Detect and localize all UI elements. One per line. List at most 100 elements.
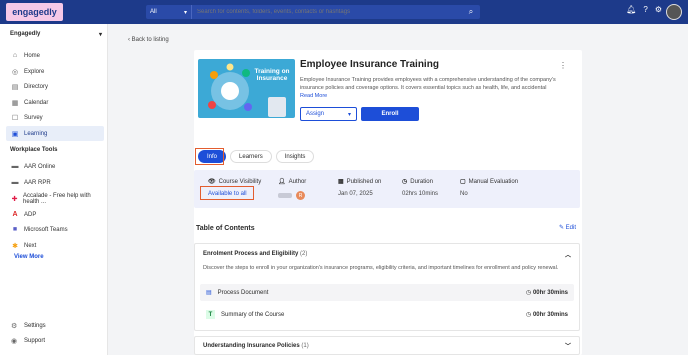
gear-icon: ⚙ bbox=[11, 322, 18, 330]
chevron-down-icon: ▾ bbox=[347, 111, 351, 118]
meta-manual-evaluation: ▢ Manual Evaluation No bbox=[460, 178, 519, 198]
section-count: (2) bbox=[300, 251, 308, 257]
aar-icon: ▬ bbox=[11, 179, 19, 186]
workplace-tools-heading: Workplace Tools bbox=[10, 147, 58, 153]
gear-icon[interactable]: ⚙ bbox=[655, 5, 662, 14]
more-options-icon[interactable]: ⋮ bbox=[559, 61, 567, 70]
sidebar-item-explore[interactable]: ◎ Explore bbox=[6, 64, 104, 79]
read-more-link[interactable]: Read More bbox=[300, 93, 327, 99]
clock-icon: ◷ bbox=[526, 312, 532, 318]
sidebar-item-label: Home bbox=[24, 52, 41, 59]
learning-icon: ▣ bbox=[11, 130, 19, 138]
document-icon: ▤ bbox=[206, 290, 212, 296]
bell-icon[interactable]: 🔔︎ bbox=[626, 5, 636, 14]
tool-label: Microsoft Teams bbox=[24, 226, 68, 233]
top-icons: 🔔︎ ? ⚙ bbox=[626, 5, 662, 14]
course-card: Training on Insurance Employee Insurance… bbox=[194, 50, 582, 355]
user-avatar[interactable] bbox=[666, 4, 682, 20]
enroll-button[interactable]: Enroll bbox=[361, 107, 419, 121]
back-to-listing-link[interactable]: ‹ Back to listing bbox=[128, 37, 169, 43]
chevron-up-icon: ︿ bbox=[564, 252, 571, 259]
sidebar: Engagedly ▾ ⌂ Home ◎ Explore ▤ Directory… bbox=[0, 24, 108, 355]
edit-label: Edit bbox=[565, 225, 576, 231]
toc-item[interactable]: T Summary of the Course ◷ 00hr 30mins bbox=[200, 306, 574, 323]
author-name-blurred bbox=[278, 193, 292, 198]
course-description: Employee Insurance Training provides emp… bbox=[300, 77, 556, 91]
sidebar-item-label: Survey bbox=[24, 114, 43, 121]
section-title: Understanding Insurance Policies bbox=[203, 342, 300, 349]
toc-section-header[interactable]: Understanding Insurance Policies (1) ﹀ bbox=[195, 337, 579, 354]
next-icon: ✱ bbox=[12, 242, 18, 250]
section-description: Discover the steps to enroll in your org… bbox=[203, 265, 559, 271]
meta-label: Course Visibility bbox=[218, 178, 262, 185]
manual-value: No bbox=[460, 191, 468, 197]
meta-label: Manual Evaluation bbox=[468, 178, 519, 185]
person-icon: 👤︎ bbox=[278, 179, 286, 185]
tool-item[interactable]: ✚ Accalade - Free help with health ... bbox=[6, 191, 104, 206]
search-input[interactable] bbox=[192, 9, 462, 15]
aar-icon: ▬ bbox=[11, 163, 19, 170]
highlight-box bbox=[195, 148, 224, 165]
meta-author: 👤︎ Author R bbox=[278, 178, 306, 200]
sidebar-item-survey[interactable]: ☐ Survey bbox=[6, 110, 104, 125]
sidebar-item-learning[interactable]: ▣ Learning bbox=[6, 126, 104, 141]
tool-item[interactable]: ■ Microsoft Teams bbox=[6, 222, 104, 237]
sidebar-item-support[interactable]: ◉ Support bbox=[6, 333, 104, 348]
tool-label: Accalade - Free help with health ... bbox=[23, 192, 91, 205]
calendar-icon: ▦ bbox=[338, 179, 344, 185]
toc-item-label: Summary of the Course bbox=[221, 311, 285, 318]
tool-label: ADP bbox=[24, 211, 37, 218]
toc-heading: Table of Contents bbox=[196, 225, 255, 232]
toc-section-header[interactable]: Enrolment Process and Eligibility (2) ︿ bbox=[195, 244, 579, 264]
teams-icon: ■ bbox=[12, 226, 18, 233]
highlight-box bbox=[200, 186, 254, 200]
sidebar-item-label: Settings bbox=[24, 322, 46, 329]
back-label: Back to listing bbox=[131, 37, 169, 43]
help-icon[interactable]: ? bbox=[643, 5, 647, 14]
tool-label: AAR Online bbox=[24, 163, 56, 170]
search-icon[interactable]: ⌕ bbox=[462, 5, 480, 19]
sidebar-item-directory[interactable]: ▤ Directory bbox=[6, 79, 104, 94]
main-content: ‹ Back to listing Training on Insurance … bbox=[108, 24, 688, 355]
text-icon: T bbox=[206, 310, 215, 319]
app-logo[interactable]: engagedly bbox=[6, 3, 63, 21]
clock-icon: ◷ bbox=[526, 290, 532, 296]
tool-item[interactable]: ▬ AAR Online bbox=[6, 159, 104, 174]
pencil-icon: ✎ bbox=[558, 225, 564, 231]
tab-insights[interactable]: Insights bbox=[275, 150, 315, 163]
tool-item[interactable]: ✱ Next bbox=[6, 238, 104, 253]
tool-label: Next bbox=[24, 242, 37, 249]
sidebar-item-label: Directory bbox=[24, 83, 49, 90]
edit-toc-button[interactable]: ✎ Edit bbox=[559, 224, 576, 231]
org-name: Engagedly bbox=[10, 31, 41, 37]
clock-icon: ◷ bbox=[402, 179, 408, 185]
evaluation-icon: ▢ bbox=[460, 179, 466, 185]
search-scope-label: All bbox=[150, 9, 157, 15]
accolade-icon: ✚ bbox=[11, 195, 18, 203]
tab-learners[interactable]: Learners bbox=[230, 150, 272, 163]
meta-published: ▦ Published on Jan 07, 2025 bbox=[338, 178, 381, 198]
sidebar-item-calendar[interactable]: ▦ Calendar bbox=[6, 95, 104, 110]
adp-icon: A bbox=[12, 211, 18, 218]
search-scope-dropdown[interactable]: All ▾ bbox=[146, 5, 192, 19]
sidebar-item-label: Explore bbox=[24, 68, 45, 75]
sidebar-item-home[interactable]: ⌂ Home bbox=[6, 48, 104, 63]
directory-icon: ▤ bbox=[11, 83, 19, 91]
chevron-down-icon: ▾ bbox=[183, 9, 187, 16]
author-avatar[interactable]: R bbox=[296, 191, 305, 200]
sidebar-item-label: Learning bbox=[24, 130, 48, 137]
section-count: (1) bbox=[301, 342, 309, 349]
toc-item[interactable]: ▤ Process Document ◷ 00hr 30mins bbox=[200, 284, 574, 301]
meta-label: Author bbox=[288, 178, 307, 185]
sidebar-item-label: Calendar bbox=[24, 99, 49, 106]
sidebar-item-settings[interactable]: ⚙ Settings bbox=[6, 318, 104, 333]
calendar-icon: ▦ bbox=[11, 99, 19, 107]
tool-item[interactable]: ▬ AAR RPR bbox=[6, 175, 104, 190]
view-more-link[interactable]: View More bbox=[14, 254, 44, 260]
assign-dropdown-button[interactable]: Assign ▾ bbox=[300, 107, 357, 121]
org-switcher[interactable]: Engagedly ▾ bbox=[10, 31, 102, 38]
course-title: Employee Insurance Training bbox=[300, 59, 439, 70]
global-search: All ▾ ⌕ bbox=[146, 5, 480, 19]
meta-label: Duration bbox=[410, 178, 433, 185]
tool-item[interactable]: A ADP bbox=[6, 207, 104, 222]
